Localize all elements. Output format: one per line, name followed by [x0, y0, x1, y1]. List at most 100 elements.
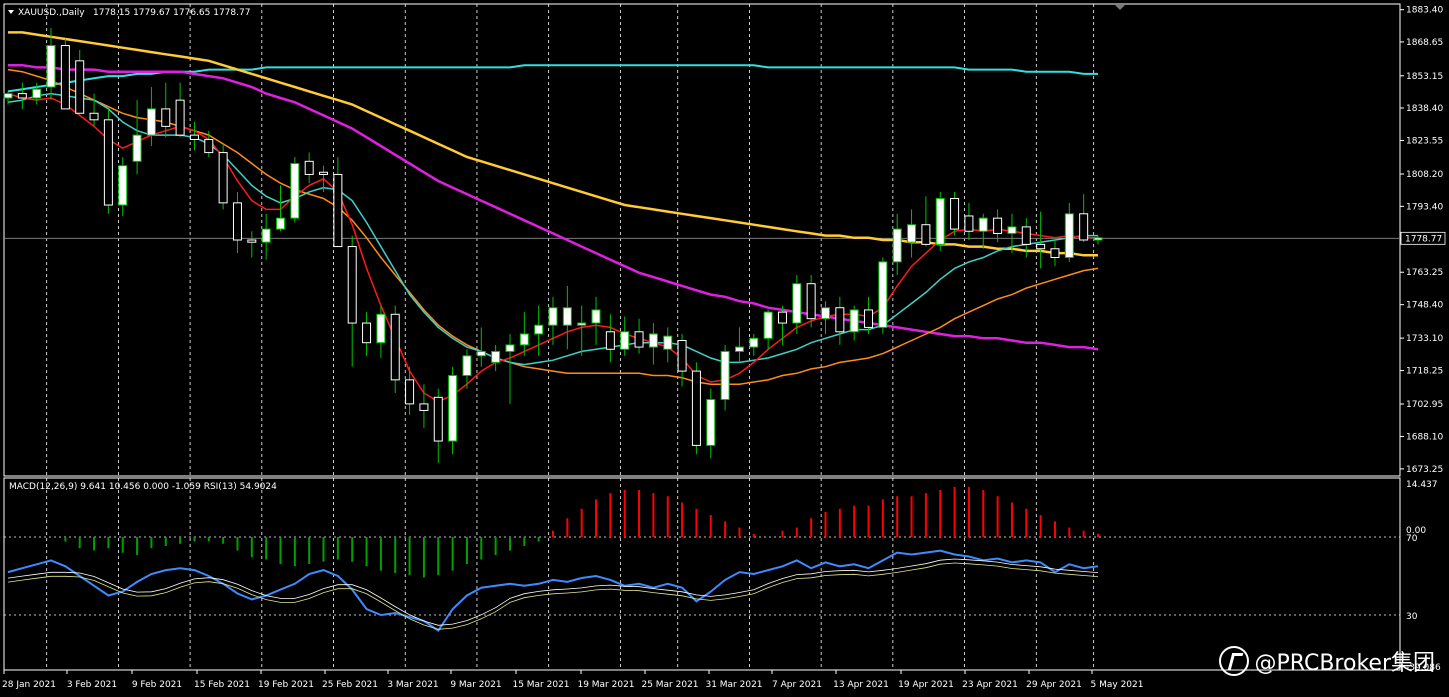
bearish-candle [204, 138, 214, 154]
date-label: 15 Feb 2021 [194, 680, 250, 690]
date-label: 3 Mar 2021 [387, 680, 438, 690]
price-tick-label: 1702.95 [1406, 400, 1443, 410]
bullish-candle [663, 335, 673, 350]
bearish-candle [247, 239, 257, 243]
date-label: 25 Mar 2021 [641, 680, 698, 690]
bearish-candle [634, 331, 644, 348]
bearish-candle [950, 197, 960, 230]
bullish-candle [132, 134, 142, 162]
bearish-candle [103, 119, 113, 206]
rsi-tick-label: 70 [1406, 534, 1418, 544]
date-label: 7 Apr 2021 [772, 680, 822, 690]
bearish-candle [1050, 248, 1060, 258]
bullish-candle [1007, 226, 1017, 234]
bearish-candle [319, 171, 329, 175]
bullish-candle [935, 197, 945, 245]
bullish-candle [749, 337, 759, 348]
bearish-candle [433, 396, 443, 442]
date-label: 9 Feb 2021 [132, 680, 182, 690]
date-label: 28 Jan 2021 [2, 680, 56, 690]
bearish-candle [75, 60, 85, 114]
bearish-candle [362, 322, 372, 344]
chart-symbol-label: XAUUSD.,Daily [18, 8, 85, 18]
date-label: 15 Mar 2021 [512, 680, 569, 690]
bearish-candle [605, 331, 615, 350]
bearish-candle [921, 224, 931, 245]
price-tick-label: 1688.10 [1406, 432, 1443, 442]
bearish-candle [405, 379, 415, 405]
bearish-candle [218, 152, 228, 204]
bullish-candle [734, 346, 744, 352]
price-tick-label: 1883.40 [1406, 6, 1443, 16]
bearish-candle [864, 309, 874, 328]
price-tick-label: 1718.25 [1406, 367, 1443, 377]
bearish-candle [89, 112, 99, 121]
price-tick-label: 1868.65 [1406, 38, 1443, 48]
bullish-candle [720, 350, 730, 401]
macd-signal-line [7, 562, 1099, 630]
macd-tick-label: 14.437 [1406, 480, 1438, 490]
bullish-candle [978, 217, 988, 232]
bullish-candle [591, 309, 601, 324]
bearish-candle [964, 215, 974, 232]
date-label: 23 Apr 2021 [962, 680, 1018, 690]
date-label: 25 Feb 2021 [322, 680, 378, 690]
bullish-candle [146, 108, 156, 136]
chart-ohlc-label: 1778.15 1779.67 1776.65 1778.77 [93, 8, 250, 18]
bearish-candle [419, 403, 429, 411]
bearish-candle [60, 45, 70, 110]
bullish-candle [1093, 237, 1103, 241]
price-tick-label: 1673.25 [1406, 465, 1443, 475]
bullish-candle [491, 350, 501, 363]
bullish-candle [448, 374, 458, 442]
bullish-candle [376, 313, 386, 344]
rsi-tick-label: 30 [1406, 612, 1418, 622]
bearish-candle [17, 93, 27, 99]
current-price-label: 1778.77 [1405, 234, 1442, 244]
bearish-candle [304, 160, 314, 175]
bullish-candle [476, 350, 486, 357]
bearish-candle [333, 173, 343, 248]
bullish-candle [548, 307, 558, 326]
indicator-header: MACD(12,26,9) 9.641 10.456 0.000 -1.059 … [9, 482, 277, 492]
bearish-candle [175, 99, 185, 136]
price-tick-label: 1793.40 [1406, 202, 1443, 212]
date-label: 9 Mar 2021 [450, 680, 501, 690]
bullish-candle [46, 45, 56, 88]
bearish-candle [347, 246, 357, 324]
bullish-candle [878, 261, 888, 328]
bullish-candle [706, 399, 716, 446]
bullish-candle [1064, 213, 1074, 258]
bearish-candle [1021, 226, 1031, 245]
bullish-candle [562, 307, 572, 326]
brand-logo-icon [1218, 646, 1249, 676]
bearish-candle [232, 202, 242, 241]
bullish-candle [290, 163, 300, 219]
price-panel-frame [3, 3, 1401, 477]
bullish-candle [32, 88, 42, 99]
header-dropdown-icon [8, 10, 14, 14]
price-tick-label: 1733.10 [1406, 334, 1443, 344]
chart-canvas[interactable]: 1883.40 1868.65 1853.15 1838.40 1823.55 1808.… [0, 0, 1449, 697]
date-label: 31 Mar 2021 [705, 680, 762, 690]
indicator-panel-frame [3, 477, 1401, 671]
bullish-candle [505, 344, 515, 352]
bearish-candle [161, 108, 171, 127]
bullish-candle [821, 307, 830, 320]
bullish-candle [519, 333, 529, 346]
bearish-candle [993, 217, 1003, 234]
date-label: 5 May 2021 [1091, 680, 1144, 690]
date-label: 19 Feb 2021 [258, 680, 314, 690]
bullish-candle [462, 355, 472, 376]
price-tick-label: 1823.55 [1406, 136, 1443, 146]
price-tick-label: 1763.25 [1406, 268, 1443, 278]
ma-line-red [7, 92, 1098, 403]
bearish-candle [806, 283, 816, 320]
watermark: @PRCBroker集团 [1218, 645, 1435, 677]
bullish-candle [3, 93, 13, 99]
date-label: 13 Apr 2021 [833, 680, 889, 690]
price-tick-label: 1853.15 [1406, 72, 1443, 82]
bearish-candle [777, 311, 787, 324]
price-tick-label: 1808.20 [1406, 170, 1443, 180]
bearish-candle [189, 134, 199, 140]
